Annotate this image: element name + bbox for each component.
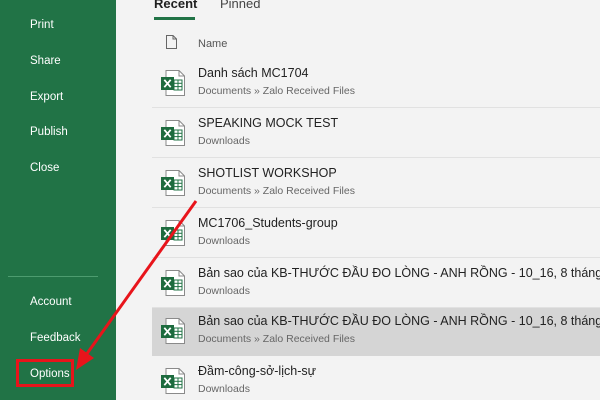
nav-publish[interactable]: Publish [0,117,116,147]
recent-files-panel: Recent Pinned Name Danh sách MC1704 Docum… [116,0,600,400]
backstage-sidebar: Print Share Export Publish Close Account… [0,0,116,400]
excel-file-icon [161,170,185,196]
nav-account[interactable]: Account [0,287,116,317]
nav-print[interactable]: Print [0,10,116,40]
file-path: Downloads [198,135,250,147]
options-highlight-box [16,359,74,387]
file-path: Documents » Zalo Received Files [198,85,355,97]
file-list-item[interactable]: Danh sách MC1704 Documents » Zalo Receive… [152,60,600,108]
file-list-item[interactable]: SHOTLIST WORKSHOP Documents » Zalo Receiv… [152,160,600,208]
nav-close[interactable]: Close [0,153,116,183]
file-name: Bản sao của KB-THƯỚC ĐẦU ĐO LÒNG - ANH R… [198,266,600,280]
file-name: SPEAKING MOCK TEST [198,116,339,130]
excel-file-icon [161,368,185,394]
tab-recent[interactable]: Recent [154,0,197,11]
tab-pinned[interactable]: Pinned [220,0,260,11]
file-path: Documents » Zalo Received Files [198,185,355,197]
file-name: Bản sao của KB-THƯỚC ĐẦU ĐO LÒNG - ANH R… [198,314,600,328]
excel-file-icon [161,120,185,146]
sidebar-divider [8,276,98,277]
file-name: Đầm-công-sở-lịch-sự [198,364,316,378]
column-name-header[interactable]: Name [198,38,227,50]
excel-file-icon [161,220,185,246]
file-name: Danh sách MC1704 [198,66,309,80]
file-name: MC1706_Students-group [198,216,338,230]
file-name: SHOTLIST WORKSHOP [198,166,337,180]
nav-share[interactable]: Share [0,46,116,76]
nav-export[interactable]: Export [0,82,116,112]
file-list-item[interactable]: Bản sao của KB-THƯỚC ĐẦU ĐO LÒNG - ANH R… [152,260,600,308]
file-path: Downloads [198,285,250,297]
file-list-item[interactable]: SPEAKING MOCK TEST Downloads [152,110,600,158]
file-path: Downloads [198,383,250,395]
file-list-item[interactable]: Đầm-công-sở-lịch-sự Downloads [152,358,600,400]
file-path: Downloads [198,235,250,247]
active-tab-indicator [154,17,195,20]
excel-file-icon [161,270,185,296]
file-list-header: Name [152,30,600,60]
file-list-item[interactable]: Bản sao của KB-THƯỚC ĐẦU ĐO LÒNG - ANH R… [152,308,600,356]
nav-feedback[interactable]: Feedback [0,323,116,353]
excel-file-icon [161,318,185,344]
excel-file-icon [161,70,185,96]
file-path: Documents » Zalo Received Files [198,333,355,345]
file-list-item[interactable]: MC1706_Students-group Downloads [152,210,600,258]
document-icon [166,35,177,49]
